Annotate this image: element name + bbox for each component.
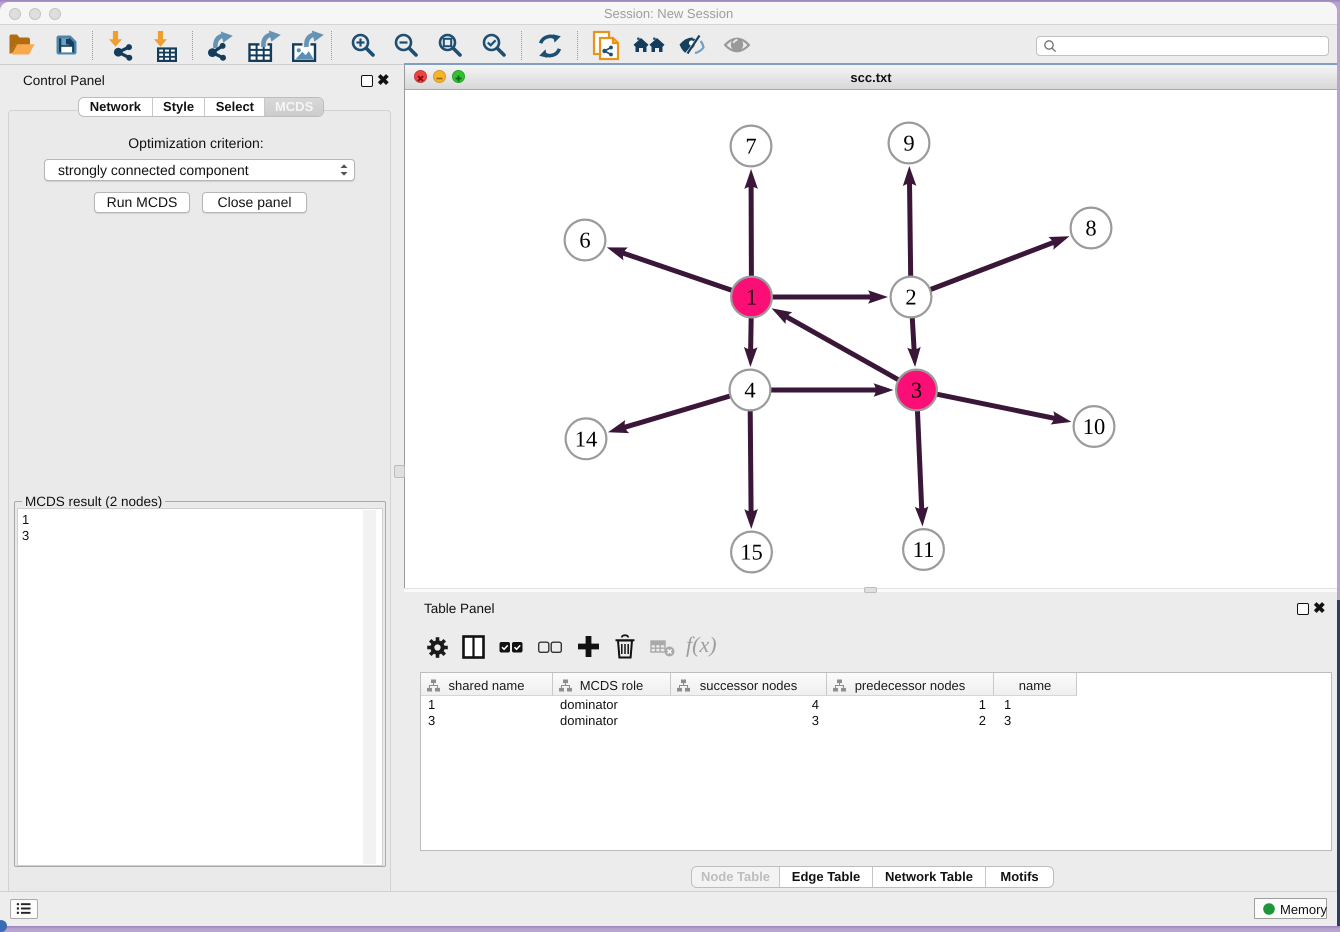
svg-text:9: 9 [903,131,914,156]
svg-text:1: 1 [746,285,757,310]
svg-text:8: 8 [1085,216,1096,241]
svg-text:15: 15 [740,540,763,565]
svg-text:11: 11 [913,537,935,562]
svg-text:6: 6 [579,228,590,253]
svg-text:3: 3 [911,378,922,403]
svg-text:4: 4 [744,378,755,403]
svg-text:2: 2 [905,285,916,310]
svg-text:10: 10 [1083,414,1106,439]
svg-text:14: 14 [575,426,598,451]
svg-text:7: 7 [745,134,756,159]
